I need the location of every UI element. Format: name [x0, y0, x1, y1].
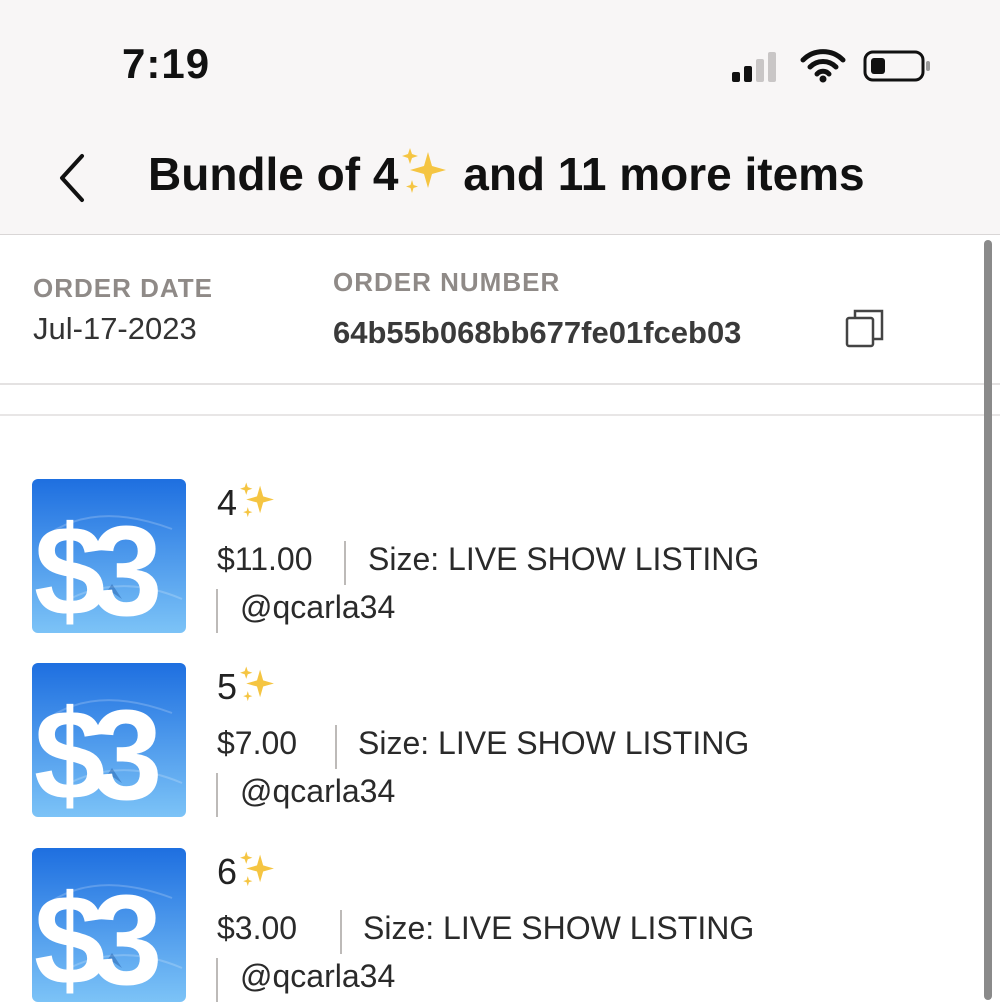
sparkles-icon [237, 481, 277, 521]
thumbnail-text: $3 [34, 869, 158, 1002]
separator [335, 725, 337, 769]
item-thumbnail: $3 [32, 848, 186, 1002]
separator [340, 910, 342, 954]
item-size: Size: LIVE SHOW LISTING [363, 910, 755, 946]
order-date-label: ORDER DATE [33, 273, 213, 303]
separator [216, 773, 218, 817]
separator [216, 589, 218, 633]
top-bar: 7:19 Bundle of 4 and 11 more items [0, 0, 1000, 235]
cellular-signal-icon [732, 52, 776, 82]
item-price: $3.00 [217, 910, 298, 946]
item-thumbnail: $3 [32, 663, 186, 817]
item-name: 5 [217, 665, 277, 708]
item-name: 6 [217, 850, 277, 893]
item-seller[interactable]: @qcarla34 [240, 589, 395, 626]
list-item[interactable]: $3 4 $11.00 Size: LIVE SHOW LISTING @qca… [0, 479, 980, 639]
wifi-icon [800, 49, 846, 83]
item-name: 4 [217, 481, 277, 524]
chevron-left-icon[interactable] [50, 150, 98, 206]
separator [216, 958, 218, 1002]
item-name-text: 5 [217, 666, 238, 707]
page-title: Bundle of 4 and 11 more items [148, 146, 948, 201]
battery-icon [863, 50, 930, 82]
item-size: Size: LIVE SHOW LISTING [358, 725, 750, 761]
item-price: $7.00 [217, 725, 298, 761]
item-name-text: 4 [217, 482, 238, 523]
thumbnail-text: $3 [34, 684, 158, 817]
order-date-value: Jul-17-2023 [33, 311, 197, 346]
item-seller[interactable]: @qcarla34 [240, 958, 395, 995]
copy-icon[interactable] [844, 307, 886, 349]
item-seller[interactable]: @qcarla34 [240, 773, 395, 810]
thumbnail-text: $3 [34, 500, 158, 633]
sparkles-icon [237, 665, 277, 705]
sparkles-icon [398, 146, 450, 198]
sparkles-icon [237, 850, 277, 890]
order-info-section: ORDER DATE Jul-17-2023 ORDER NUMBER 64b5… [0, 235, 1000, 385]
section-divider [0, 414, 1000, 416]
status-time: 7:19 [122, 40, 211, 87]
separator [344, 541, 346, 585]
order-number-label: ORDER NUMBER [333, 267, 561, 297]
order-number-value: 64b55b068bb677fe01fceb03 [333, 315, 742, 350]
scrollbar[interactable] [984, 240, 992, 1000]
item-name-text: 6 [217, 851, 238, 892]
title-suffix: and 11 more items [463, 148, 865, 200]
list-item[interactable]: $3 5 $7.00 Size: LIVE SHOW LISTING @qcar… [0, 663, 980, 823]
title-prefix: Bundle of 4 [148, 148, 399, 200]
item-size: Size: LIVE SHOW LISTING [368, 541, 760, 577]
item-price: $11.00 [217, 541, 313, 577]
list-item[interactable]: $3 6 $3.00 Size: LIVE SHOW LISTING @qcar… [0, 848, 980, 1008]
item-thumbnail: $3 [32, 479, 186, 633]
